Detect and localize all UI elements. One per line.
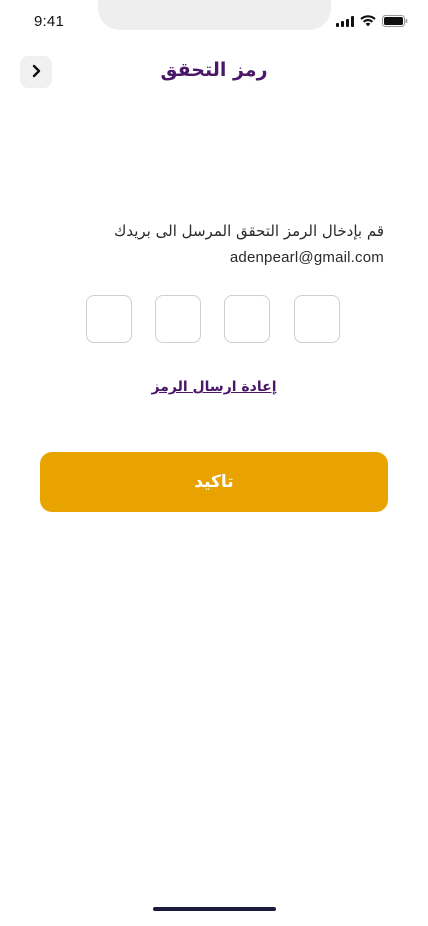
otp-digit-input[interactable] — [224, 295, 270, 343]
device-notch — [98, 0, 331, 30]
signal-icon — [336, 15, 354, 27]
wifi-icon — [360, 15, 376, 27]
battery-icon — [382, 15, 408, 27]
header: رمز التحقق — [0, 56, 428, 90]
status-bar: 9:41 — [0, 0, 428, 44]
otp-digit-input[interactable] — [294, 295, 340, 343]
home-indicator — [153, 907, 276, 911]
confirm-button[interactable]: تاكيد — [40, 452, 388, 512]
confirm-button-label: تاكيد — [194, 472, 234, 492]
instruction-text: قم بإدخال الرمز التحقق المرسل الى بريدك — [113, 222, 384, 240]
resend-code-link[interactable]: إعادة ارسال الرمز — [0, 379, 428, 395]
otp-digit-input[interactable] — [155, 295, 201, 343]
otp-input-row — [86, 295, 342, 345]
otp-digit-input[interactable] — [86, 295, 132, 343]
status-icons — [336, 15, 408, 27]
status-time: 9:41 — [34, 13, 64, 30]
email-address: adenpearl@gmail.com — [229, 249, 384, 266]
page-title: رمز التحقق — [160, 59, 268, 81]
